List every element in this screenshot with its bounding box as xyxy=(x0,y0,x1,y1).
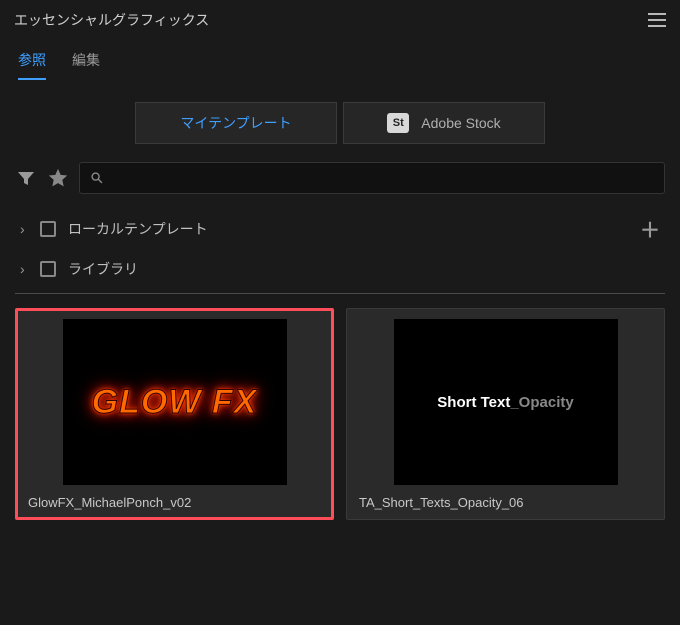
folder-label: ローカルテンプレート xyxy=(68,219,208,239)
template-card[interactable]: GLOW FX GlowFX_MichaelPonch_v02 xyxy=(15,308,334,520)
template-label: TA_Short_Texts_Opacity_06 xyxy=(357,485,654,519)
template-thumbnail: Short Text_Opacity xyxy=(394,319,618,485)
divider xyxy=(15,293,665,294)
opacity-preview-text: Short Text_Opacity xyxy=(437,394,573,411)
template-thumbnail: GLOW FX xyxy=(63,319,287,485)
folder-label: ライブラリ xyxy=(68,259,138,279)
search-input[interactable] xyxy=(104,171,654,186)
filter-icon[interactable] xyxy=(15,167,37,189)
tab-edit[interactable]: 編集 xyxy=(72,50,100,80)
adobe-stock-label: Adobe Stock xyxy=(421,115,500,131)
checkbox-libraries[interactable] xyxy=(40,261,56,277)
adobe-stock-icon: St xyxy=(387,113,409,133)
panel-title: エッセンシャルグラフィックス xyxy=(14,10,209,30)
template-label: GlowFX_MichaelPonch_v02 xyxy=(26,485,323,517)
chevron-right-icon: › xyxy=(20,221,28,237)
template-card[interactable]: Short Text_Opacity TA_Short_Texts_Opacit… xyxy=(346,308,665,520)
source-adobe-stock[interactable]: St Adobe Stock xyxy=(343,102,545,144)
glow-fx-preview-text: GLOW FX xyxy=(92,383,258,422)
search-box[interactable] xyxy=(79,162,665,194)
search-icon xyxy=(90,171,104,185)
panel-menu-icon[interactable] xyxy=(648,13,666,27)
folder-libraries[interactable]: › ライブラリ xyxy=(0,251,680,287)
source-my-templates[interactable]: マイテンプレート xyxy=(135,102,337,144)
folder-local-templates[interactable]: › ローカルテンプレート ＋ xyxy=(0,206,680,251)
checkbox-local[interactable] xyxy=(40,221,56,237)
tab-browse[interactable]: 参照 xyxy=(18,50,46,80)
chevron-right-icon: › xyxy=(20,261,28,277)
favorites-star-icon[interactable] xyxy=(47,167,69,189)
add-folder-icon[interactable]: ＋ xyxy=(640,214,660,243)
